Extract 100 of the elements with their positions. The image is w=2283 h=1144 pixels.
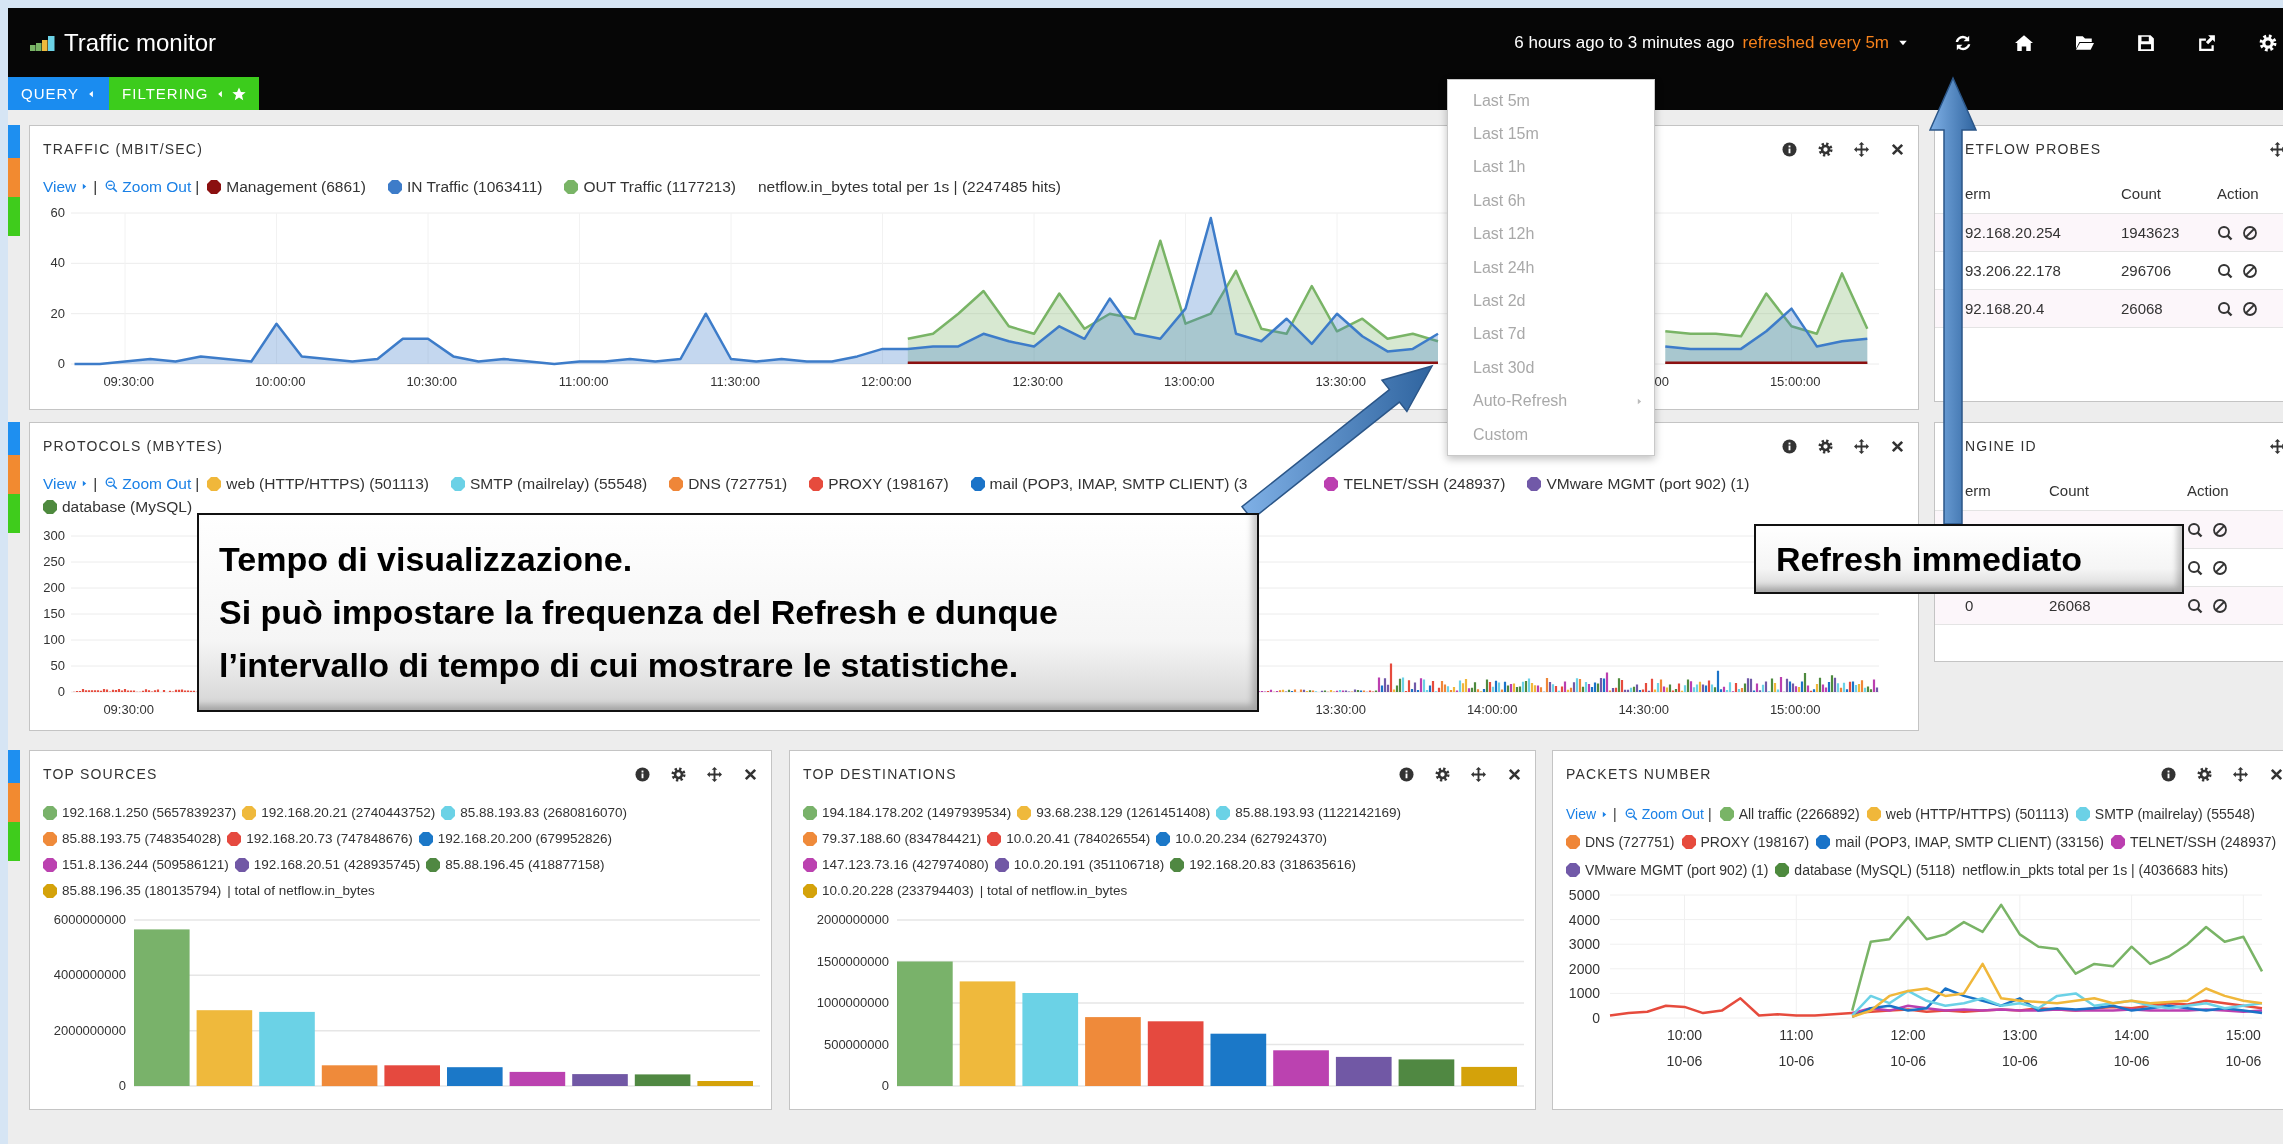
axis-label: 10:30:00 <box>406 374 457 389</box>
menu-item[interactable]: Auto-Refresh <box>1448 384 1654 418</box>
info-icon[interactable] <box>2161 766 2176 782</box>
info-icon[interactable] <box>635 766 650 782</box>
ban-icon[interactable] <box>2242 262 2258 279</box>
move-icon[interactable] <box>1854 141 1869 157</box>
view-link[interactable]: View <box>43 472 90 495</box>
menu-item[interactable]: Last 7d <box>1448 317 1654 352</box>
close-icon[interactable] <box>1890 438 1905 454</box>
info-icon[interactable] <box>1782 438 1797 454</box>
zoom-out-link[interactable]: Zoom Out <box>105 472 192 495</box>
legend-label: 85.88.196.35 (180135794) <box>62 882 222 900</box>
axis-label: 13:00:00 <box>1163 374 1215 389</box>
search-icon[interactable] <box>2187 597 2203 614</box>
axis-label: 12:00 <box>1890 1027 1926 1043</box>
axis-label: 20 <box>50 305 65 321</box>
search-icon[interactable] <box>2217 262 2233 279</box>
axis-label: 14:30:00 <box>1618 702 1669 717</box>
close-icon[interactable] <box>743 766 758 782</box>
settings-icon[interactable] <box>1435 766 1450 782</box>
tab[interactable]: QUERY <box>8 77 110 110</box>
bar <box>1461 1066 1517 1086</box>
axis-label: 300 <box>43 528 65 543</box>
zoom-out-link[interactable]: Zoom Out <box>105 175 192 198</box>
legend-label: mail (POP3, IMAP, SMTP CLIENT) (33156) <box>1835 833 2104 852</box>
ban-icon[interactable] <box>2212 559 2228 576</box>
legend-label: 10.0.20.41 (784026554) <box>1006 830 1151 848</box>
menu-item[interactable]: Last 12h <box>1448 217 1654 251</box>
settings-icon[interactable] <box>1818 141 1833 157</box>
move-icon[interactable] <box>2270 141 2283 157</box>
column-header: Count <box>2049 482 2091 499</box>
legend-label: 194.184.178.202 (1497939534) <box>822 804 1012 822</box>
menu-item[interactable]: Last 24h <box>1448 250 1654 285</box>
menu-item[interactable]: Last 15m <box>1448 117 1654 151</box>
view-link[interactable]: View <box>43 175 90 198</box>
search-icon[interactable] <box>2187 521 2203 538</box>
axis-label: 2000000000 <box>53 1022 126 1038</box>
move-icon[interactable] <box>2233 766 2248 782</box>
axis-label: 11:30:00 <box>710 374 760 389</box>
menu-item[interactable]: Last 1h <box>1448 150 1654 185</box>
info-icon[interactable] <box>1399 766 1414 782</box>
legend-label: All traffic (2266892) <box>1738 805 1860 824</box>
settings-icon[interactable] <box>671 766 686 782</box>
app-title: Traffic monitor <box>64 28 217 57</box>
axis-label: 00 <box>1654 374 1669 389</box>
move-icon[interactable] <box>1854 438 1869 454</box>
search-icon[interactable] <box>2187 559 2203 576</box>
ban-icon[interactable] <box>2242 224 2258 241</box>
share-icon[interactable] <box>2198 33 2216 52</box>
bar <box>1085 1017 1141 1086</box>
menu-item[interactable]: Custom <box>1448 417 1654 452</box>
zoom-out-icon <box>105 477 119 490</box>
save-icon[interactable] <box>2137 33 2155 52</box>
search-icon[interactable] <box>2217 224 2233 241</box>
axis-label: 1000 <box>1568 985 1600 1002</box>
legend-label: OUT Traffic (1177213) <box>583 177 736 197</box>
ban-icon[interactable] <box>2212 521 2228 538</box>
move-icon[interactable] <box>2270 438 2283 454</box>
bar <box>634 1074 691 1086</box>
axis-label: 2000000000 <box>816 912 889 927</box>
view-link[interactable]: View <box>1566 800 1610 828</box>
callout-text: Refresh immediato <box>1776 539 2083 579</box>
settings-icon[interactable] <box>1818 438 1833 454</box>
panel-title: PACKETS NUMBER <box>1566 766 1712 782</box>
bar <box>1210 1033 1267 1086</box>
table-cell-text: 26068 <box>2049 597 2092 614</box>
close-icon[interactable] <box>1890 141 1905 157</box>
legend-label: web (HTTP/HTTPS) (501113) <box>1885 805 2069 824</box>
menu-item[interactable]: Last 2d <box>1448 284 1654 318</box>
close-icon[interactable] <box>2269 766 2283 782</box>
move-icon[interactable] <box>707 766 722 782</box>
panel-title: NGINE ID <box>1965 438 2037 454</box>
star-icon[interactable] <box>232 86 247 101</box>
axis-label: 60 <box>50 205 65 220</box>
menu-item[interactable]: Last 6h <box>1448 184 1654 218</box>
legend-label: 85.88.193.93 (1122142169) <box>1235 804 1401 822</box>
bar <box>1335 1056 1392 1086</box>
folder-icon[interactable] <box>2076 33 2094 52</box>
zoom-out-link[interactable]: Zoom Out <box>1624 800 1704 828</box>
separator: | <box>195 475 200 492</box>
legend-label: 79.37.188.60 (834784421) <box>822 830 982 848</box>
search-icon[interactable] <box>2217 300 2233 317</box>
home-icon[interactable] <box>2015 33 2033 52</box>
axis-label: 4000000000 <box>53 967 126 983</box>
info-icon[interactable] <box>1782 141 1797 157</box>
table-cell-text: 92.168.20.254 <box>1965 224 2062 241</box>
settings-icon[interactable] <box>2197 766 2212 782</box>
separator: | <box>195 178 200 195</box>
ban-icon[interactable] <box>2212 597 2228 614</box>
close-icon[interactable] <box>1507 766 1522 782</box>
refresh-icon[interactable] <box>1954 33 1972 52</box>
table-cell-text: 1943623 <box>2121 224 2181 241</box>
menu-item[interactable]: Last 5m <box>1448 84 1654 118</box>
ban-icon[interactable] <box>2242 300 2258 317</box>
time-range-picker[interactable]: 6 hours ago to 3 minutes ago refreshed every 5m <box>1514 32 1909 53</box>
move-icon[interactable] <box>1471 766 1486 782</box>
menu-item[interactable]: Last 30d <box>1448 351 1654 385</box>
separator: | <box>1613 806 1617 822</box>
tab[interactable]: FILTERING <box>109 77 260 110</box>
legend-label: web (HTTP/HTTPS) (501113) <box>226 474 429 494</box>
